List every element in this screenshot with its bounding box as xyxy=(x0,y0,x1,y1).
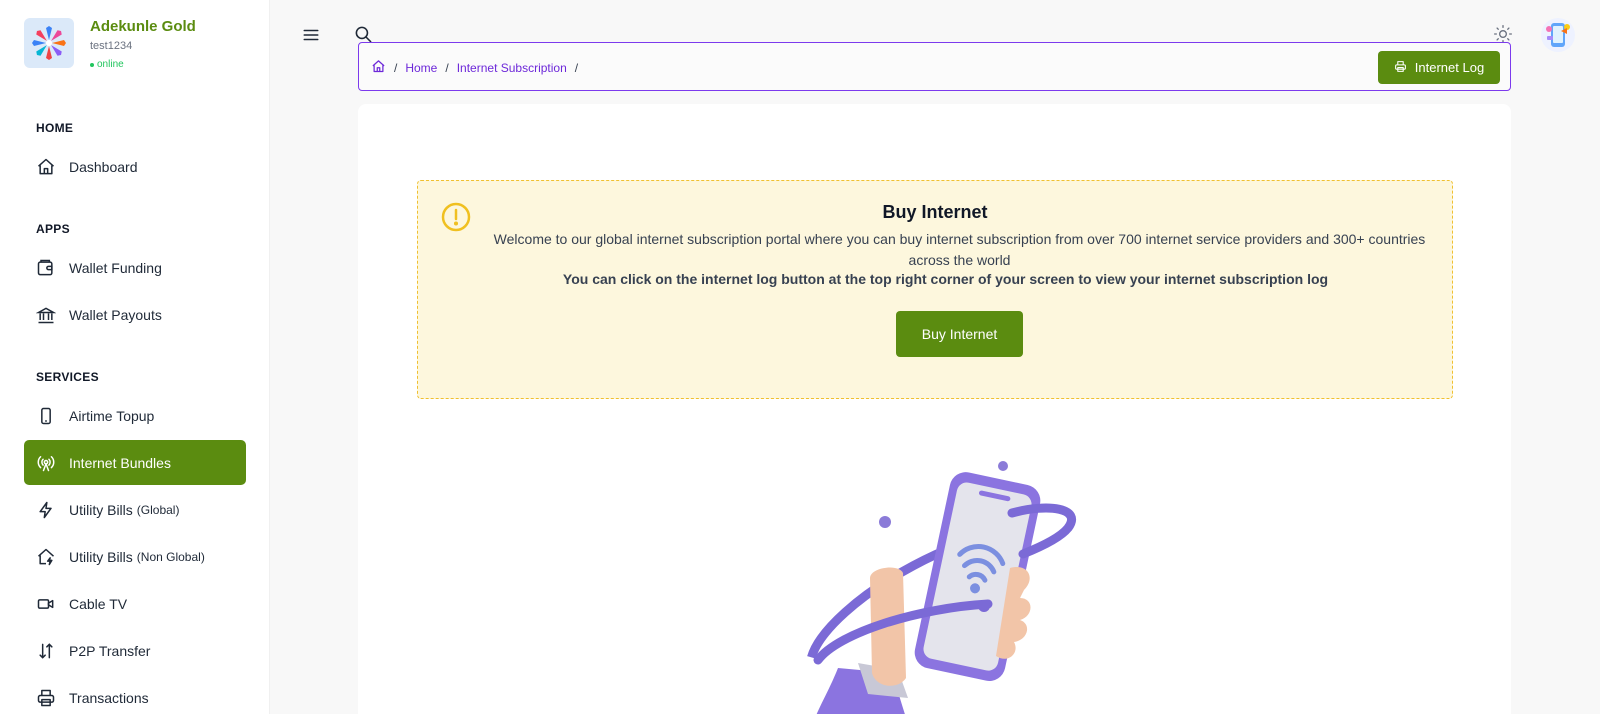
sidebar-item-label: Utility Bills xyxy=(69,501,133,518)
status-text: online xyxy=(97,59,124,70)
broadcast-icon xyxy=(34,451,58,475)
sidebar-item-utility-bills-global[interactable]: Utility Bills (Global) xyxy=(24,487,246,532)
sidebar-item-cable-tv[interactable]: Cable TV xyxy=(24,581,246,626)
section-label-services: SERVICES xyxy=(36,370,99,384)
sidebar-item-dashboard[interactable]: Dashboard xyxy=(24,144,246,189)
transfer-icon xyxy=(34,639,58,663)
video-icon xyxy=(34,592,58,616)
sidebar-item-label: Internet Bundles xyxy=(69,454,171,471)
section-label-apps: APPS xyxy=(36,222,70,236)
sidebar-item-suffix: (Global) xyxy=(136,502,180,517)
hand-phone-illustration-icon xyxy=(805,461,1076,714)
breadcrumb: / Home / Internet Subscription / xyxy=(371,59,578,77)
breadcrumb-separator: / xyxy=(445,61,449,75)
sidebar-item-label: Airtime Topup xyxy=(69,407,155,424)
breadcrumb-home-icon[interactable] xyxy=(371,59,386,77)
sidebar-item-internet-bundles[interactable]: Internet Bundles xyxy=(24,440,246,485)
logo-icon xyxy=(32,26,66,60)
breadcrumb-bar: / Home / Internet Subscription / Interne… xyxy=(358,42,1511,91)
profile-username: test1234 xyxy=(90,40,133,52)
alert-note: You can click on the internet log button… xyxy=(562,271,1329,287)
sidebar-item-wallet-payouts[interactable]: Wallet Payouts xyxy=(24,292,246,337)
sidebar-item-suffix: (Non Global) xyxy=(136,549,205,564)
phone-wifi-illustration xyxy=(798,458,1098,714)
sidebar-item-transactions[interactable]: Transactions xyxy=(24,675,246,714)
bank-icon xyxy=(34,303,58,327)
section-label-home: HOME xyxy=(36,121,74,135)
alert-description: Welcome to our global internet subscript… xyxy=(493,231,1426,268)
internet-log-label: Internet Log xyxy=(1414,60,1485,75)
sidebar-item-label: Wallet Payouts xyxy=(69,306,162,323)
alert-title: Buy Internet xyxy=(882,202,988,222)
sidebar-item-label: Utility Bills xyxy=(69,548,133,565)
menu-icon[interactable] xyxy=(299,23,323,47)
bolt-icon xyxy=(34,498,58,522)
breadcrumb-separator: / xyxy=(394,61,398,75)
home-icon xyxy=(34,155,58,179)
sidebar-item-p2p-transfer[interactable]: P2P Transfer xyxy=(24,628,246,673)
avatar[interactable] xyxy=(24,18,74,68)
sidebar-item-label: Cable TV xyxy=(69,595,128,612)
breadcrumb-separator: / xyxy=(574,61,579,75)
sidebar-item-wallet-funding[interactable]: Wallet Funding xyxy=(24,245,246,290)
status-dot-icon xyxy=(90,62,94,67)
sidebar-item-label: Wallet Funding xyxy=(69,259,162,276)
home-bolt-icon xyxy=(34,545,58,569)
breadcrumb-current[interactable]: Internet Subscription xyxy=(457,61,567,75)
sidebar: Adekunle Gold test1234 online HOME Dashb… xyxy=(0,0,270,714)
status-badge: online xyxy=(90,59,124,70)
wallet-icon xyxy=(34,256,58,280)
sidebar-item-label: P2P Transfer xyxy=(69,642,151,659)
breadcrumb-home-link[interactable]: Home xyxy=(405,61,437,75)
phone-icon xyxy=(34,404,58,428)
sidebar-item-utility-bills-non-global[interactable]: Utility Bills (Non Global) xyxy=(24,534,246,579)
buy-internet-button[interactable]: Buy Internet xyxy=(896,311,1023,357)
profile-name: Adekunle Gold xyxy=(90,18,196,35)
sidebar-item-label: Transactions xyxy=(69,689,149,706)
printer-icon xyxy=(34,686,58,710)
content-card: Buy Internet Welcome to our global inter… xyxy=(358,104,1511,714)
info-alert: Buy Internet Welcome to our global inter… xyxy=(417,180,1453,399)
sidebar-item-airtime-topup[interactable]: Airtime Topup xyxy=(24,393,246,438)
printer-icon xyxy=(1394,60,1407,76)
internet-log-button[interactable]: Internet Log xyxy=(1378,51,1500,84)
user-avatar[interactable] xyxy=(1541,18,1575,52)
avatar-illustration-icon xyxy=(1546,23,1570,47)
user-profile: Adekunle Gold test1234 online xyxy=(24,18,254,70)
sidebar-item-label: Dashboard xyxy=(69,158,138,175)
